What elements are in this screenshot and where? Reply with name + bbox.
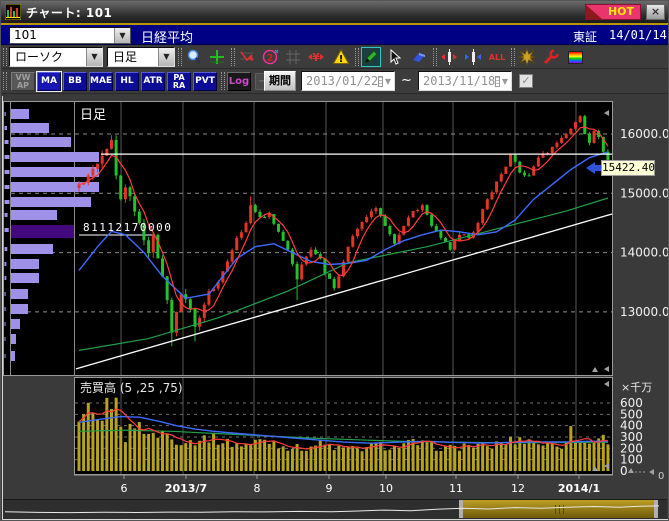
svg-text:12: 12 [511, 482, 525, 495]
svg-text:6: 6 [121, 482, 128, 495]
navigator [5, 500, 659, 518]
svg-text:15000.00: 15000.00 [620, 186, 669, 200]
volume-bars [78, 398, 610, 471]
volume-pane-label: 売買高 (5 ,25 ,75) [80, 379, 183, 396]
svg-text:0: 0 [620, 464, 628, 478]
volume-unit-label: ×千万 [621, 379, 652, 395]
svg-text:9: 9 [326, 482, 333, 495]
svg-text:16000.00: 16000.00 [620, 127, 669, 141]
svg-text:14000.00: 14000.00 [620, 246, 669, 260]
svg-text:13000.00: 13000.00 [620, 305, 669, 319]
svg-text:2014/1: 2014/1 [558, 482, 600, 495]
svg-text:0: 0 [658, 471, 664, 482]
volume-profile-value: 81112170000 [83, 221, 172, 234]
svg-text:10: 10 [379, 482, 393, 495]
pane-label: 日足 [80, 104, 106, 123]
svg-text:2013/7: 2013/7 [165, 482, 207, 495]
last-price-tag: 15422.40 [601, 160, 655, 176]
chart-canvas[interactable]: 16000.0015000.0014000.0013000.0060050040… [1, 1, 669, 521]
chart-window: チャート: 101 HOT × 101 ▼ 日経平均 東証 14/01/14 ロ… [0, 0, 669, 521]
svg-text:8: 8 [254, 482, 261, 495]
svg-text:11: 11 [449, 482, 463, 495]
